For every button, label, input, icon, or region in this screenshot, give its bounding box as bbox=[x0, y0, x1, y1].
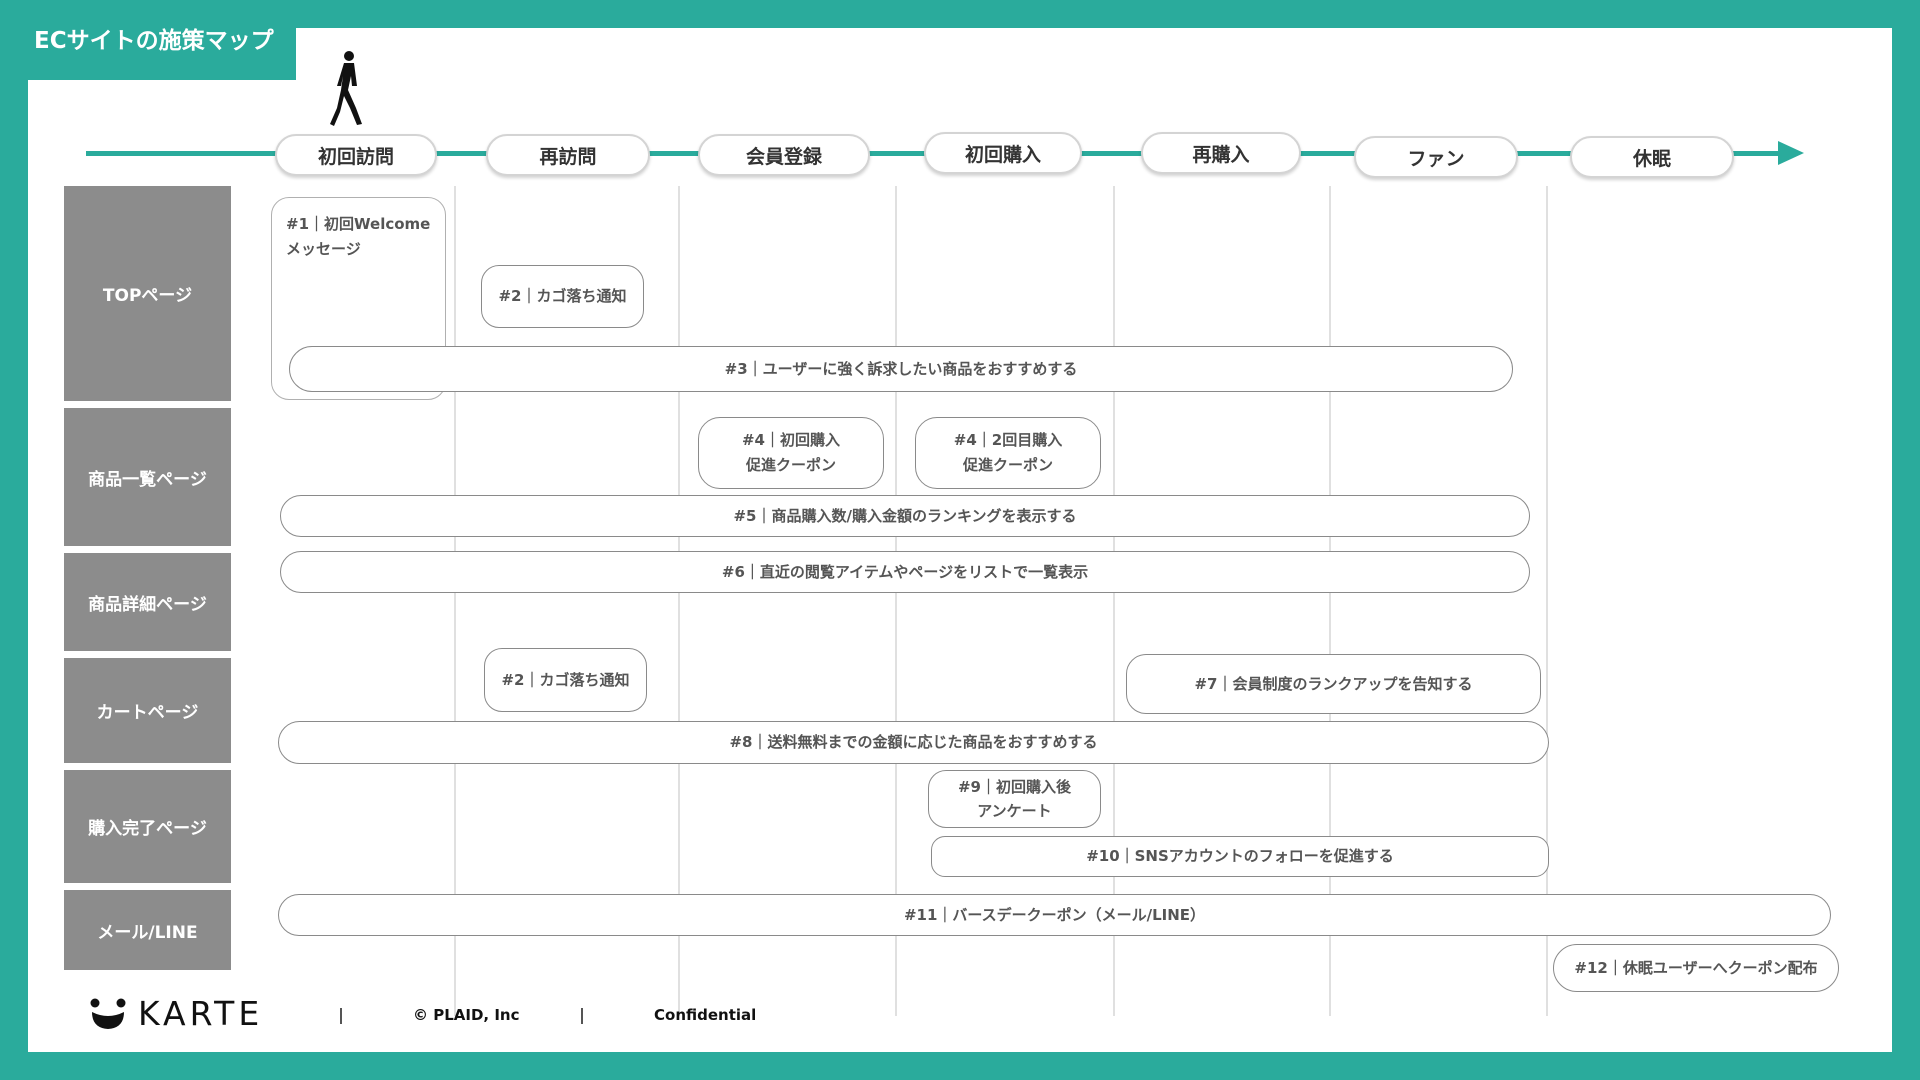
row-label-top-page: TOPページ bbox=[64, 186, 231, 401]
stage-revisit: 再訪問 bbox=[486, 134, 650, 176]
measure-5: #5｜商品購入数/購入金額のランキングを表示する bbox=[280, 495, 1530, 537]
measure-7: #7｜会員制度のランクアップを告知する bbox=[1126, 654, 1541, 714]
arrow-head-icon bbox=[1778, 141, 1804, 165]
row-label-product-detail-page: 商品詳細ページ bbox=[64, 553, 231, 651]
brand-name: KARTE bbox=[138, 994, 264, 1033]
footer-divider bbox=[581, 1008, 583, 1024]
stage-fan: ファン bbox=[1354, 136, 1518, 178]
confidential-text: Confidential bbox=[654, 1006, 757, 1024]
stage-divider bbox=[678, 186, 680, 1016]
measure-10: #10｜SNSアカウントのフォローを促進する bbox=[931, 836, 1549, 877]
row-label-product-list-page: 商品一覧ページ bbox=[64, 408, 231, 546]
stage-divider bbox=[1113, 186, 1115, 1016]
copyright-text: © PLAID, Inc bbox=[413, 1006, 520, 1024]
row-label-purchase-complete-page: 購入完了ページ bbox=[64, 770, 231, 883]
measure-11: #11｜バースデークーポン（メール/LINE） bbox=[278, 894, 1831, 936]
page-title: ECサイトの施策マップ bbox=[28, 28, 296, 80]
karte-logo-icon bbox=[90, 998, 126, 1029]
measure-2-top: #2｜カゴ落ち通知 bbox=[481, 265, 644, 328]
stage-divider bbox=[1546, 186, 1548, 1016]
measure-9: #9｜初回購入後 アンケート bbox=[928, 770, 1101, 828]
stage-first-purchase: 初回購入 bbox=[924, 132, 1082, 174]
footer-divider bbox=[340, 1008, 342, 1024]
measure-3: #3｜ユーザーに強く訴求したい商品をおすすめする bbox=[289, 346, 1513, 392]
stage-member-registration: 会員登録 bbox=[698, 134, 870, 176]
stage-divider bbox=[895, 186, 897, 1016]
measure-12: #12｜休眠ユーザーへクーポン配布 bbox=[1553, 944, 1839, 992]
measure-2-cart: #2｜カゴ落ち通知 bbox=[484, 648, 647, 712]
stage-divider bbox=[454, 186, 456, 1016]
walking-person-icon bbox=[330, 51, 362, 126]
row-label-mail-line: メール/LINE bbox=[64, 890, 231, 970]
slide-card: ECサイトの施策マップ 初回訪問 再訪問 会員登録 初回購入 再購入 ファン 休… bbox=[28, 28, 1892, 1052]
stage-divider bbox=[1329, 186, 1331, 1016]
measure-6: #6｜直近の閲覧アイテムやページをリストで一覧表示 bbox=[280, 551, 1530, 593]
stage-dormant: 休眠 bbox=[1570, 136, 1734, 178]
stage-repurchase: 再購入 bbox=[1141, 132, 1301, 174]
karte-logo: KARTE bbox=[90, 994, 263, 1033]
measure-4-second: #4｜2回目購入 促進クーポン bbox=[915, 417, 1101, 489]
measure-4-first: #4｜初回購入 促進クーポン bbox=[698, 417, 884, 489]
stage-first-visit: 初回訪問 bbox=[275, 134, 437, 176]
row-label-cart-page: カートページ bbox=[64, 658, 231, 763]
measure-8: #8｜送料無料までの金額に応じた商品をおすすめする bbox=[278, 721, 1549, 764]
